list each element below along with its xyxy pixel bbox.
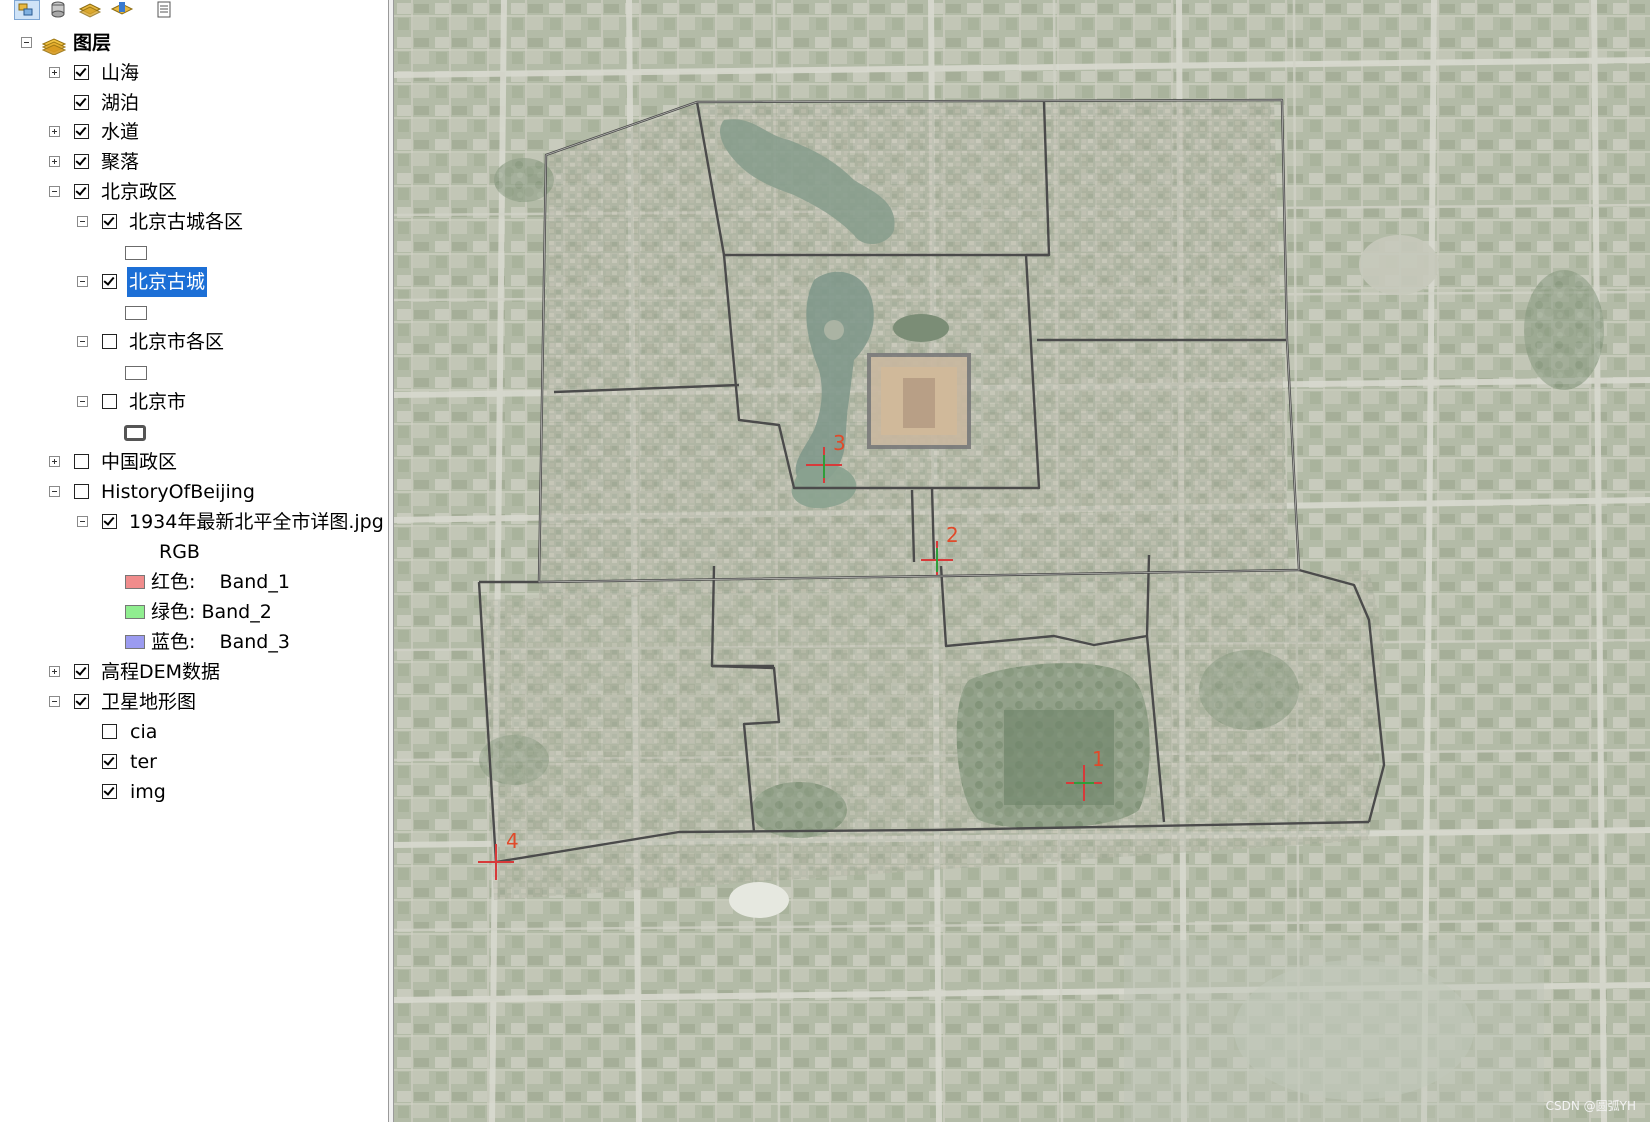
polygon-symbol-icon[interactable] (125, 366, 147, 380)
layer-label-selected: 北京古城 (127, 267, 208, 297)
band-label: 蓝色: Band_3 (151, 631, 290, 653)
collapse-icon[interactable] (49, 696, 60, 707)
layer-visibility-checkbox[interactable] (74, 484, 89, 499)
green-swatch-icon (125, 605, 145, 619)
rgb-label: RGB (159, 541, 200, 563)
layer-visibility-checkbox[interactable] (102, 334, 117, 349)
expand-icon[interactable] (49, 666, 60, 677)
layer-label: 北京市各区 (129, 331, 225, 353)
control-point-label: 4 (506, 829, 519, 853)
layer-label: 聚落 (101, 151, 140, 173)
options-icon[interactable] (152, 0, 178, 20)
collapse-icon[interactable] (77, 276, 88, 287)
layer-visibility-checkbox[interactable] (74, 454, 89, 469)
expand-icon[interactable] (49, 156, 60, 167)
layer-label: 山海 (101, 62, 140, 84)
expand-icon[interactable] (49, 126, 60, 137)
list-by-drawing-order-icon[interactable] (14, 0, 40, 20)
layer-label: 湖泊 (101, 92, 140, 114)
expand-icon[interactable] (49, 456, 60, 467)
layer-label: HistoryOfBeijing (101, 481, 255, 503)
layer-visibility-checkbox[interactable] (74, 154, 89, 169)
layer-visibility-checkbox[interactable] (74, 95, 89, 110)
collapse-icon[interactable] (77, 336, 88, 347)
control-point-label: 2 (946, 523, 959, 547)
layer-label: 卫星地形图 (101, 691, 197, 713)
blue-swatch-icon (125, 635, 145, 649)
collapse-icon[interactable] (77, 516, 88, 527)
polygon-outline-symbol-icon[interactable] (124, 425, 146, 441)
list-by-source-icon[interactable] (46, 0, 72, 20)
collapse-icon[interactable] (49, 186, 60, 197)
layers-icon (41, 34, 67, 64)
layer-visibility-checkbox[interactable] (74, 694, 89, 709)
layer-label: 水道 (101, 121, 140, 143)
layer-label: cia (130, 721, 158, 743)
collapse-icon[interactable] (21, 37, 32, 48)
toc-toolbar (0, 0, 388, 22)
layer-visibility-checkbox[interactable] (102, 274, 117, 289)
layer-visibility-checkbox[interactable] (74, 664, 89, 679)
layer-visibility-checkbox[interactable] (74, 184, 89, 199)
list-by-visibility-icon[interactable] (78, 0, 104, 20)
list-by-selection-icon[interactable] (110, 0, 136, 20)
polygon-symbol-icon[interactable] (125, 246, 147, 260)
polygon-symbol-icon[interactable] (125, 306, 147, 320)
control-point-label: 1 (1092, 747, 1105, 771)
layer-visibility-checkbox[interactable] (102, 784, 117, 799)
layer-label: 高程DEM数据 (101, 661, 221, 683)
layer-visibility-checkbox[interactable] (102, 214, 117, 229)
layer-visibility-checkbox[interactable] (74, 124, 89, 139)
layer-label: 北京政区 (101, 181, 178, 203)
collapse-icon[interactable] (77, 216, 88, 227)
layer-visibility-checkbox[interactable] (74, 65, 89, 80)
layer-visibility-checkbox[interactable] (102, 754, 117, 769)
red-swatch-icon (125, 575, 145, 589)
layer-label: ter (130, 751, 157, 773)
layer-label: 北京古城各区 (129, 211, 244, 233)
collapse-icon[interactable] (49, 486, 60, 497)
expand-icon[interactable] (49, 67, 60, 78)
band-label: 红色: Band_1 (151, 571, 290, 593)
layer-visibility-checkbox[interactable] (102, 394, 117, 409)
layer-label: 1934年最新北平全市详图.jpg (129, 511, 384, 533)
satellite-basemap: 1 2 3 4 (394, 0, 1650, 1122)
layer-label: 中国政区 (101, 451, 178, 473)
table-of-contents-panel: 图层 山海 湖泊 水道 聚落 北京政区 北京古城各区 北京古城 北京市各区 北京… (0, 0, 388, 1122)
map-view[interactable]: 1 2 3 4 CSDN @圆弧YH (394, 0, 1650, 1122)
toc-root-label: 图层 (73, 32, 112, 54)
layer-label: img (130, 781, 166, 803)
layer-visibility-checkbox[interactable] (102, 724, 117, 739)
control-point-label: 3 (833, 431, 846, 455)
layer-label: 北京市 (129, 391, 187, 413)
band-label: 绿色: Band_2 (151, 601, 272, 623)
watermark-text: CSDN @圆弧YH (1545, 1099, 1636, 1113)
layer-visibility-checkbox[interactable] (102, 514, 117, 529)
collapse-icon[interactable] (77, 396, 88, 407)
